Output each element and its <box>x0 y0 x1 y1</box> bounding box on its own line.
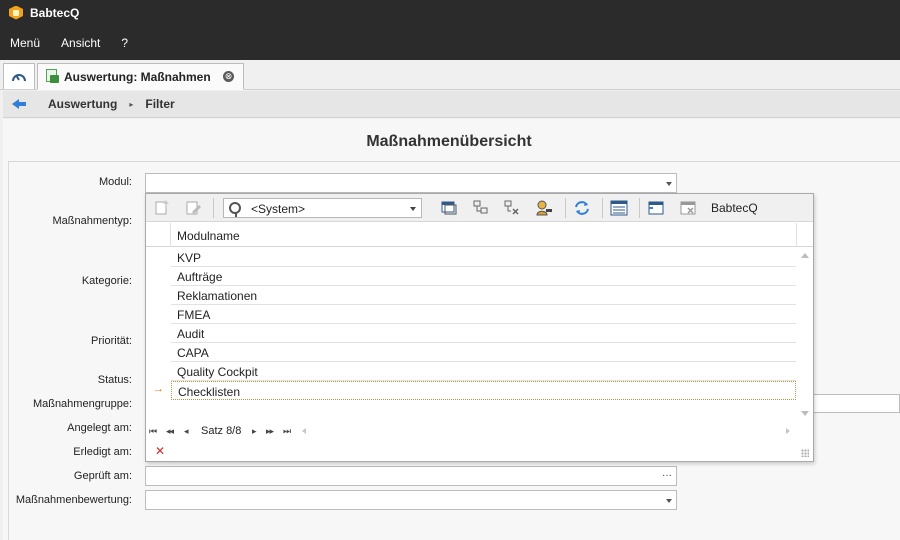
breadcrumb-item-filter[interactable]: Filter <box>145 97 174 111</box>
refresh-icon[interactable] <box>573 199 591 217</box>
list-view-icon[interactable] <box>610 199 628 217</box>
tree-structure-icon[interactable] <box>472 199 490 217</box>
current-row-arrow-icon: → <box>153 383 164 395</box>
next-page-icon[interactable]: ▸▸ <box>266 426 274 437</box>
first-record-icon[interactable]: ⏮ <box>149 426 157 437</box>
grid-row[interactable]: Reklamationen <box>171 286 796 305</box>
last-record-icon[interactable]: ⏭ <box>283 426 291 437</box>
grid-cell-modulname: Quality Cockpit <box>177 365 258 379</box>
previous-page-icon[interactable]: ◂◂ <box>166 426 174 437</box>
scroll-left-icon[interactable] <box>302 428 306 434</box>
label-massnahmentyp: Maßnahmentyp: <box>52 215 132 227</box>
grid-row[interactable]: KVP <box>171 248 796 267</box>
grid-header: Modulname <box>146 223 813 247</box>
geprueft-am-field[interactable]: ··· <box>145 466 677 486</box>
label-kategorie: Kategorie: <box>81 275 132 287</box>
label-prioritaet: Priorität: <box>91 335 132 347</box>
window-close-icon[interactable] <box>679 199 697 217</box>
grid-row[interactable]: FMEA <box>171 305 796 324</box>
search-icon <box>229 202 241 217</box>
page-title: Maßnahmenübersicht <box>366 133 532 150</box>
grid-row-selected[interactable]: Checklisten <box>171 381 796 400</box>
ellipsis-button[interactable]: ··· <box>662 470 672 481</box>
grid-cell-modulname: Audit <box>177 327 205 341</box>
divider <box>8 161 900 162</box>
toolbar-separator <box>639 198 640 218</box>
tree-remove-icon[interactable] <box>503 199 521 217</box>
toolbar-babtecq-label[interactable]: BabtecQ <box>711 201 758 215</box>
grid-row[interactable]: Aufträge <box>171 267 796 286</box>
label-massnahmenbewertung: Maßnahmenbewertung: <box>15 494 132 506</box>
tab-dashboard[interactable] <box>3 63 35 89</box>
divider-vertical <box>8 161 9 540</box>
label-angelegt-am: Angelegt am: <box>67 422 132 434</box>
grid-cell-modulname: FMEA <box>177 308 211 322</box>
previous-record-icon[interactable]: ◂ <box>184 426 188 437</box>
grid-row[interactable]: CAPA <box>171 343 796 362</box>
grid-row[interactable]: Audit <box>171 324 796 343</box>
next-record-icon[interactable]: ▸ <box>252 426 256 437</box>
resize-grip-icon[interactable] <box>801 449 809 457</box>
grid-row[interactable]: Quality Cockpit <box>171 362 796 381</box>
window-layout-icon[interactable] <box>647 199 665 217</box>
toolbar-separator <box>565 198 566 218</box>
babtecq-logo-icon <box>9 5 23 20</box>
modul-combo[interactable] <box>145 173 677 193</box>
grid-cell-modulname: Aufträge <box>177 270 223 284</box>
label-erledigt-am: Erledigt am: <box>73 446 132 458</box>
back-arrow-icon[interactable] <box>12 98 26 110</box>
report-check-icon <box>45 69 60 84</box>
chevron-down-icon[interactable] <box>410 207 416 211</box>
close-tab-icon[interactable]: ⊗ <box>223 71 234 82</box>
column-header-modulname[interactable]: Modulname <box>177 229 240 243</box>
menu-item-help[interactable]: ? <box>121 36 128 50</box>
app-title: BabtecQ <box>30 5 80 20</box>
breadcrumb-item-auswertung[interactable]: Auswertung <box>48 97 117 111</box>
label-massnahmengruppe: Maßnahmengruppe: <box>32 398 132 410</box>
label-geprueft-am: Geprüft am: <box>73 470 132 482</box>
menu-bar: Menü Ansicht ? <box>0 25 900 60</box>
grid-cell-modulname: Checklisten <box>178 385 241 399</box>
grid-cell-modulname: Reklamationen <box>177 289 258 303</box>
system-combo[interactable]: <System> <box>223 198 422 218</box>
toolbar-separator <box>602 198 603 218</box>
system-combo-value: <System> <box>251 202 306 216</box>
chevron-down-icon[interactable] <box>666 182 672 186</box>
gauge-icon <box>12 73 26 81</box>
tab-label: Auswertung: Maßnahmen <box>64 69 211 84</box>
window-icon[interactable] <box>440 199 458 217</box>
massnahmenbewertung-combo[interactable] <box>145 490 677 510</box>
scroll-down-icon[interactable] <box>801 411 809 416</box>
grid-body: KVP Aufträge Reklamationen FMEA Audit CA… <box>146 248 813 422</box>
title-bar: BabtecQ <box>0 0 900 25</box>
scroll-right-icon[interactable] <box>786 428 790 434</box>
menu-item-ansicht[interactable]: Ansicht <box>61 36 100 50</box>
popup-toolbar: <System> BabtecQ <box>146 194 813 222</box>
column-divider <box>796 223 797 247</box>
new-record-icon[interactable] <box>153 199 171 217</box>
scroll-up-icon[interactable] <box>801 253 809 258</box>
toolbar-separator <box>213 198 214 218</box>
breadcrumb: Auswertung ▸ Filter <box>3 91 900 118</box>
record-navigator: ⏮ ◂◂ ◂ Satz 8/8 ▸ ▸▸ ⏭ <box>146 423 813 441</box>
menu-item-menu[interactable]: Menü <box>10 36 40 50</box>
tab-strip: Auswertung: Maßnahmen ⊗ <box>0 60 900 90</box>
grid-cell-modulname: CAPA <box>177 346 209 360</box>
breadcrumb-separator-icon: ▸ <box>129 99 134 109</box>
record-counter: Satz 8/8 <box>201 425 242 437</box>
edit-record-icon[interactable] <box>184 199 202 217</box>
grid-cell-modulname: KVP <box>177 251 202 265</box>
user-key-icon[interactable] <box>535 199 553 217</box>
modul-dropdown-popup: <System> BabtecQ Modulname KVP Aufträge … <box>145 193 814 462</box>
label-modul: Modul: <box>98 176 132 188</box>
clear-selection-icon[interactable]: ✕ <box>155 444 165 458</box>
tab-auswertung-massnahmen[interactable]: Auswertung: Maßnahmen ⊗ <box>37 63 244 90</box>
row-indicator-header <box>146 223 171 247</box>
label-status: Status: <box>97 374 132 386</box>
chevron-down-icon[interactable] <box>666 499 672 503</box>
